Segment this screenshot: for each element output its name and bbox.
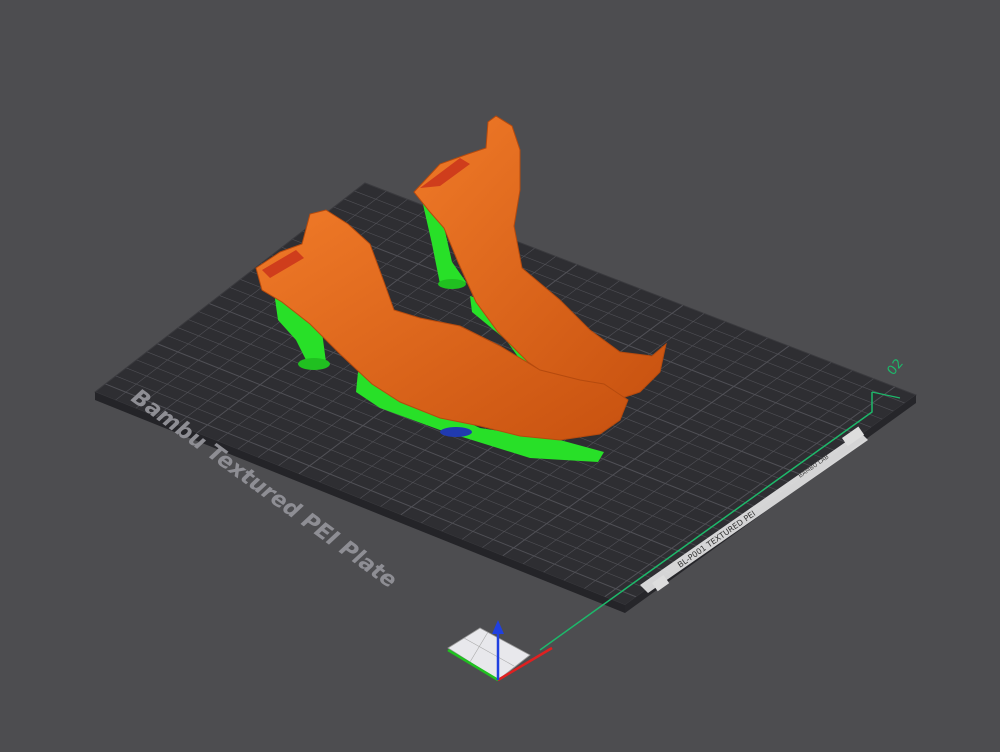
plate-number-label: 02 [885, 356, 907, 378]
3d-viewport[interactable]: BL-P001 TEXTURED PEI BAMBU LAB Bambu Tex… [0, 0, 1000, 752]
support-base [438, 279, 466, 289]
support-base [298, 358, 330, 370]
support-base-blue [440, 427, 472, 437]
viewport-canvas[interactable]: BL-P001 TEXTURED PEI BAMBU LAB Bambu Tex… [0, 0, 1000, 752]
origin-corner-block [447, 627, 531, 681]
axis-gizmo[interactable] [447, 620, 553, 682]
z-axis-arrow [492, 620, 504, 634]
